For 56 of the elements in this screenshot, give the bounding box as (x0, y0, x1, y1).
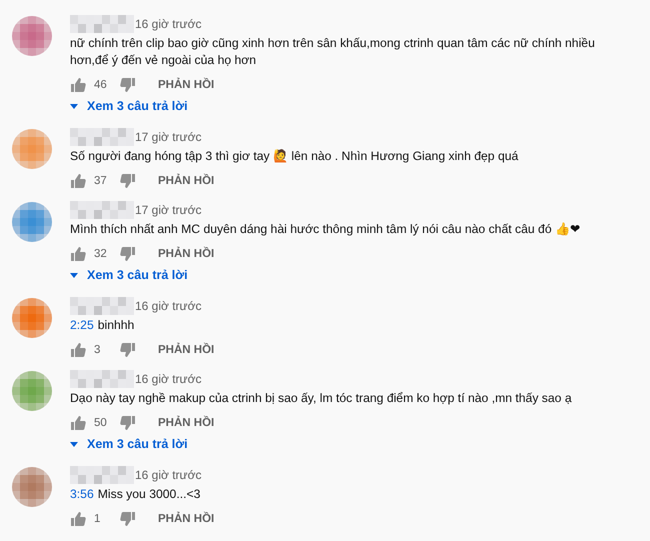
comment-text: Dạo này tay nghề makup của ctrinh bị sao ấy, lm tóc trang điểm ko hợp tí nào ,mn thấy sao ạ (70, 391, 572, 405)
thumbs-down-icon[interactable] (120, 511, 136, 527)
caret-icon (70, 272, 78, 278)
blurred-name (70, 201, 134, 219)
avatar (12, 202, 52, 242)
reply-button[interactable]: PHẢN HỒI (150, 509, 222, 529)
avatar (12, 129, 52, 169)
like-count: 50 (94, 417, 108, 429)
thumbs-up-icon[interactable] (70, 342, 86, 358)
comment-time[interactable]: 16 giờ trước (135, 17, 202, 31)
reply-button[interactable]: PHẢN HỒI (150, 244, 222, 264)
caret-icon (70, 104, 78, 108)
blurred-name (70, 15, 134, 33)
reply-button[interactable]: PHẢN HỒI (150, 171, 222, 191)
thumbs-down-icon[interactable] (120, 77, 136, 93)
thumbs-up-icon[interactable] (70, 77, 86, 93)
blurred-name (70, 370, 134, 388)
comment-time[interactable]: 16 giờ trước (135, 468, 202, 482)
thumbs-down-icon[interactable] (120, 173, 136, 189)
avatar (12, 371, 52, 411)
reply-button[interactable]: PHẢN HỒI (150, 413, 222, 433)
reply-button[interactable]: PHẢN HỒI (150, 340, 222, 360)
like-count: 46 (94, 79, 108, 91)
thumbs-up-icon[interactable] (70, 511, 86, 527)
comment-time[interactable]: 16 giờ trước (135, 372, 202, 386)
caret-icon (70, 442, 78, 446)
thumbs-down-icon[interactable] (120, 415, 136, 431)
reply-button[interactable]: PHẢN HỒI (150, 75, 222, 95)
like-count: 37 (94, 175, 108, 187)
like-count: 1 (94, 513, 102, 525)
comment-time[interactable]: 17 giờ trước (135, 130, 202, 144)
view-replies-link[interactable]: Xem 3 câu trả lời (87, 268, 188, 282)
comment-text: Miss you 3000...<3 (98, 487, 200, 501)
thumbs-down-icon[interactable] (120, 246, 136, 262)
blurred-name (70, 297, 134, 315)
thumbs-up-icon[interactable] (70, 246, 86, 262)
comment-text: Số người đang hóng tập 3 thì giơ tay 🙋 lên nào . Nhìn Hương Giang xinh đẹp quá (70, 149, 518, 163)
comment-text: Mình thích nhất anh MC duyên dáng hài hước thông minh tâm lý nói câu nào chất câu đó 👍❤ (70, 222, 580, 236)
comment-time[interactable]: 17 giờ trước (135, 203, 202, 217)
like-count: 3 (94, 344, 102, 356)
blurred-name (70, 466, 134, 484)
comment-text: nữ chính trên clip bao giờ cũng xinh hơn trên sân khấu,mong ctrinh quan tâm các nữ chính nhiều hơn,để ý đến vẻ ngoài của họ hơn (70, 36, 595, 67)
avatar (12, 298, 52, 338)
blurred-name (70, 128, 134, 146)
avatar (12, 467, 52, 507)
thumbs-up-icon[interactable] (70, 415, 86, 431)
like-count: 32 (94, 248, 108, 260)
avatar (12, 16, 52, 56)
timestamp-link[interactable]: 3:56 (70, 487, 94, 501)
thumbs-up-icon[interactable] (70, 173, 86, 189)
thumbs-down-icon[interactable] (120, 342, 136, 358)
comment-text: binhhh (98, 318, 134, 332)
comment-time[interactable]: 16 giờ trước (135, 299, 202, 313)
view-replies-link[interactable]: Xem 3 câu trả lời (87, 99, 188, 113)
view-replies-link[interactable]: Xem 3 câu trả lời (87, 437, 188, 451)
timestamp-link[interactable]: 2:25 (70, 318, 94, 332)
